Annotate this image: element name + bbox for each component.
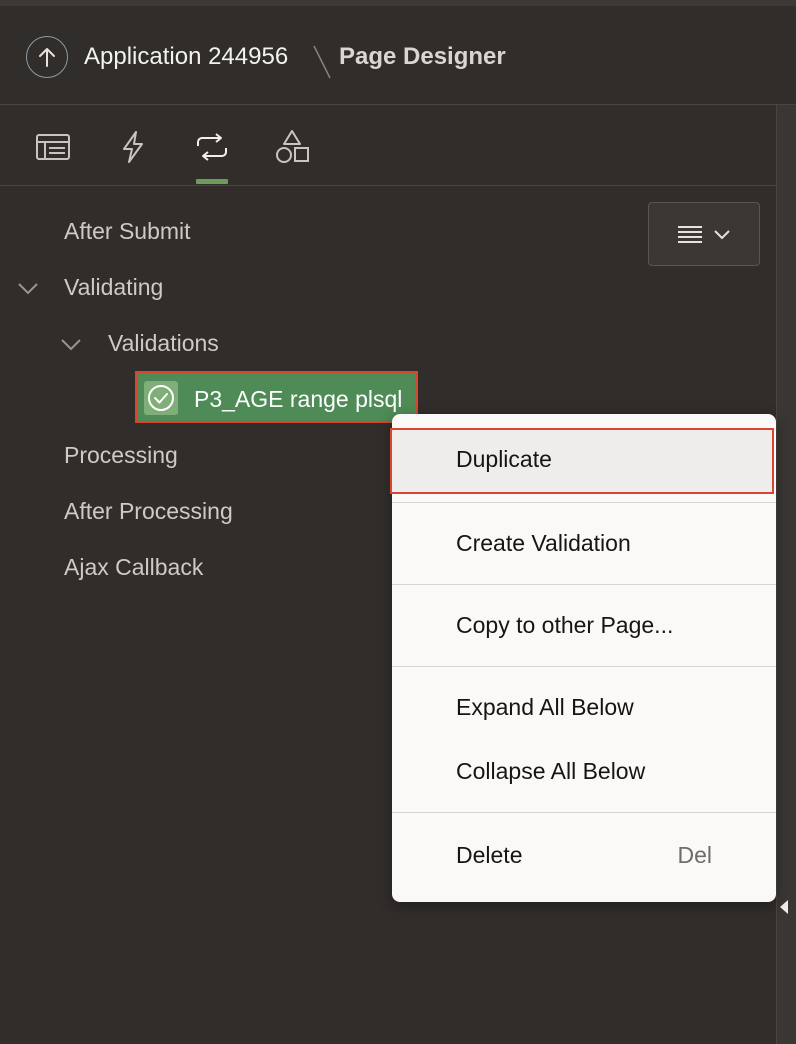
active-tab-indicator	[196, 179, 228, 184]
menu-item-shortcut: Del	[677, 842, 712, 868]
hamburger-icon	[678, 226, 702, 243]
menu-divider	[392, 584, 776, 585]
tab-bar	[0, 105, 776, 186]
menu-item-label: Collapse All Below	[456, 758, 646, 784]
navigate-up-button[interactable]	[26, 36, 68, 78]
menu-item-label: Delete	[456, 842, 523, 868]
menu-item-create-validation[interactable]: Create Validation	[392, 510, 776, 576]
menu-item-highlight	[390, 428, 774, 494]
tree-node-after-submit[interactable]: After Submit	[64, 218, 191, 245]
menu-item-collapse-all-below[interactable]: Collapse All Below	[392, 740, 776, 802]
tree-node-validating[interactable]: Validating	[64, 274, 163, 301]
header: Application 244956 Page Designer	[0, 6, 796, 105]
menu-divider	[392, 502, 776, 503]
context-menu: Duplicate Create Validation Copy to othe…	[390, 414, 776, 902]
menu-item-duplicate[interactable]: Duplicate	[390, 428, 776, 494]
tab-shared-components[interactable]	[272, 127, 312, 167]
tab-processing[interactable]	[192, 127, 232, 167]
tab-dynamic-actions[interactable]	[113, 127, 153, 167]
menu-item-label: Duplicate	[456, 446, 552, 472]
lightning-icon	[123, 131, 143, 163]
check-circle-icon	[144, 381, 178, 415]
tab-rendering[interactable]	[33, 127, 73, 167]
tree-node-label: P3_AGE range plsql	[194, 386, 403, 412]
arrow-up-icon	[39, 48, 55, 67]
menu-item-copy-to-other-page[interactable]: Copy to other Page...	[392, 592, 776, 658]
collapse-chevron-icon[interactable]	[17, 277, 39, 299]
collapse-chevron-icon[interactable]	[60, 333, 82, 355]
menu-item-label: Copy to other Page...	[456, 612, 674, 638]
application-title[interactable]: Application 244956	[84, 43, 288, 71]
menu-item-expand-all-below[interactable]: Expand All Below	[392, 676, 776, 738]
menu-divider	[392, 812, 776, 813]
tree-node-ajax-callback[interactable]: Ajax Callback	[64, 554, 203, 581]
tree-node-validations[interactable]: Validations	[108, 330, 219, 357]
chevron-down-icon	[714, 230, 730, 240]
menu-item-label: Expand All Below	[456, 694, 634, 720]
menu-item-delete[interactable]: Delete Del	[392, 822, 776, 888]
tree-menu-button[interactable]	[648, 202, 760, 266]
menu-divider	[392, 666, 776, 667]
shapes-icon	[276, 130, 309, 163]
splitter-arrow-icon[interactable]	[780, 900, 788, 914]
menu-item-label: Create Validation	[456, 530, 631, 556]
selection-background: P3_AGE range plsql	[140, 376, 413, 418]
processing-icon	[197, 133, 227, 161]
rendering-icon	[36, 134, 70, 160]
tree-node-processing[interactable]: Processing	[64, 442, 178, 469]
breadcrumb-separator	[313, 45, 331, 79]
tree-node-selected-validation[interactable]: P3_AGE range plsql	[135, 371, 418, 423]
tree-node-after-processing[interactable]: After Processing	[64, 498, 233, 525]
page-title: Page Designer	[339, 43, 506, 70]
